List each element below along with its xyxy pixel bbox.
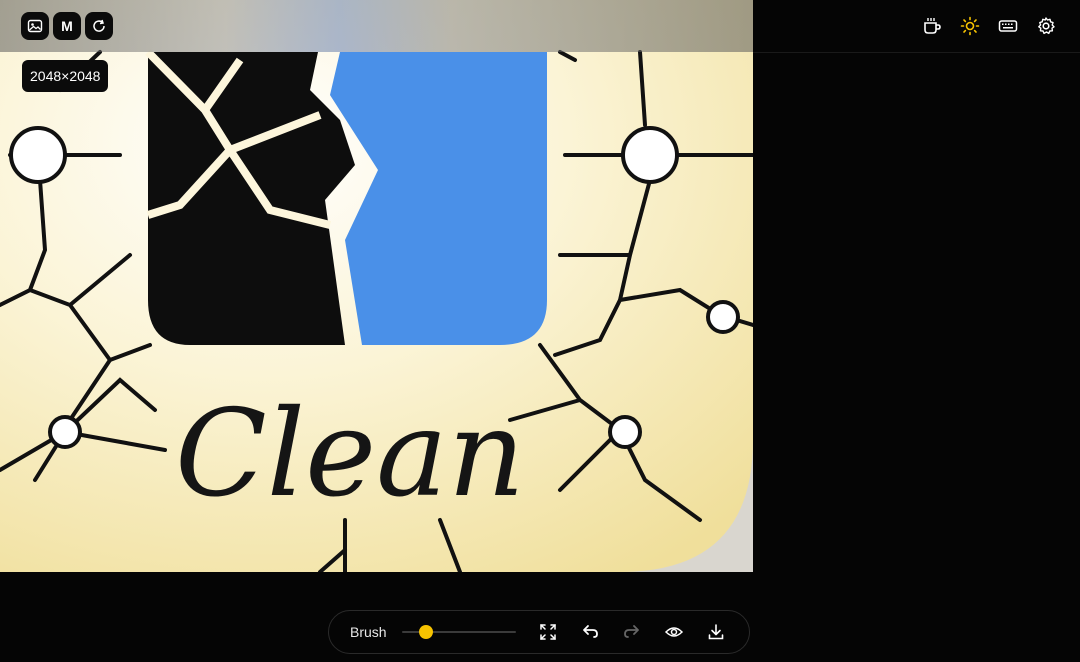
refresh-icon: [93, 19, 105, 32]
edited-image: Clean: [0, 0, 753, 572]
redo-icon: [623, 625, 639, 638]
image-upload-button[interactable]: [21, 12, 49, 40]
left-tool-group: M: [21, 12, 113, 40]
bottom-actions: [533, 617, 731, 647]
preview-original-button[interactable]: [659, 617, 689, 647]
brush-size-slider[interactable]: [401, 624, 516, 640]
shortcuts-button[interactable]: [996, 14, 1020, 38]
refresh-button[interactable]: [85, 12, 113, 40]
redo-button[interactable]: [617, 617, 647, 647]
undo-icon: [582, 625, 598, 638]
settings-button[interactable]: [1034, 14, 1058, 38]
manual-mode-button[interactable]: M: [53, 12, 81, 40]
keyboard-icon: [998, 20, 1018, 32]
eye-icon: [664, 627, 683, 637]
right-tool-group: [920, 14, 1058, 38]
download-button[interactable]: [701, 617, 731, 647]
expand-icon: [539, 624, 556, 640]
slider-thumb[interactable]: [418, 625, 433, 639]
image-caption: Clean: [175, 385, 525, 524]
manual-mode-label: M: [61, 18, 73, 34]
image-canvas[interactable]: Clean: [0, 0, 753, 572]
sun-icon: [960, 16, 980, 36]
fit-to-screen-button[interactable]: [533, 617, 563, 647]
download-icon: [708, 624, 723, 640]
theme-toggle-button[interactable]: [958, 14, 982, 38]
bottom-toolbar: Brush: [328, 610, 750, 654]
undo-button[interactable]: [575, 617, 605, 647]
gear-icon: [1038, 17, 1055, 35]
image-size-badge: 2048×2048: [22, 60, 109, 92]
image-icon: [27, 19, 43, 33]
coffee-button[interactable]: [920, 14, 944, 38]
brush-label: Brush: [350, 624, 387, 640]
coffee-icon: [924, 18, 941, 34]
